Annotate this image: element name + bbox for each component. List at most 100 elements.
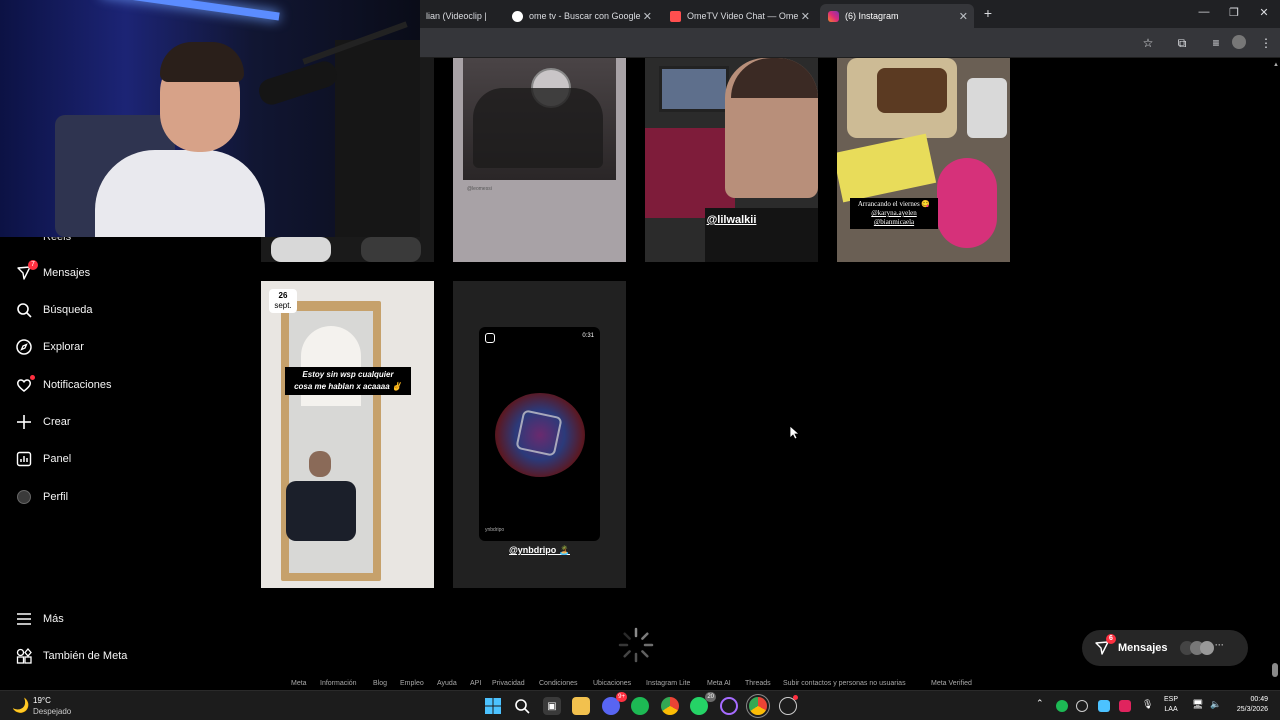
footer-link[interactable]: Meta AI: [707, 680, 731, 687]
messenger-icon: 6: [1094, 634, 1116, 656]
footer-link[interactable]: Privacidad: [492, 680, 525, 687]
chrome-icon[interactable]: [661, 697, 679, 715]
search-icon[interactable]: [513, 697, 531, 715]
sidebar-item-notificaciones[interactable]: Notificaciones: [16, 375, 111, 395]
post-story-messi[interactable]: @leomessi: [453, 58, 626, 262]
compass-icon: [16, 339, 32, 355]
close-icon[interactable]: ✕: [959, 10, 968, 23]
sidebar-item-perfil[interactable]: Perfil: [16, 487, 68, 507]
sidebar-item-busqueda[interactable]: Búsqueda: [16, 300, 93, 320]
footer-link[interactable]: Instagram Lite: [646, 680, 690, 687]
weather-widget[interactable]: 19°C Despejado: [33, 695, 71, 717]
footer-link[interactable]: Threads: [745, 680, 771, 687]
notification-badge: 9+: [616, 692, 627, 702]
date: 25/3/2026: [1236, 706, 1268, 713]
reel-duration: 0:31: [582, 333, 594, 339]
sidebar-item-panel[interactable]: Panel: [16, 449, 71, 469]
scrollbar-thumb[interactable]: [1272, 663, 1278, 677]
footer-link[interactable]: Ubicaciones: [593, 680, 631, 687]
reel-mention[interactable]: @ynbdripo 🏝️: [453, 545, 626, 556]
volume-icon[interactable]: 🔈: [1210, 699, 1221, 710]
caption-mention[interactable]: @bianmicaela: [854, 218, 934, 227]
page-scrollbar[interactable]: ▲: [1270, 58, 1280, 690]
spotify-icon[interactable]: [631, 697, 649, 715]
avatar: [16, 489, 32, 505]
clock[interactable]: 00:49 25/3/2026: [1226, 695, 1268, 715]
footer-link[interactable]: API: [470, 680, 481, 687]
story-handle: @leomessi: [467, 186, 492, 192]
footer-link[interactable]: Subir contactos y personas no usuarias: [783, 680, 906, 687]
close-icon[interactable]: ✕: [643, 10, 652, 23]
tab-instagram[interactable]: (6) Instagram ✕: [820, 4, 974, 28]
messages-pill-button[interactable]: 6 Mensajes ···: [1082, 630, 1248, 666]
caption-mention[interactable]: @karyna.ayelen: [854, 209, 934, 218]
footer-link[interactable]: Blog: [373, 680, 387, 687]
story-mention[interactable]: @lilwalkii: [645, 214, 818, 226]
new-tab-button[interactable]: +: [980, 5, 996, 21]
notification-badge: 20: [705, 692, 716, 702]
plus-icon: [16, 414, 32, 430]
heart-icon: [16, 375, 35, 393]
menu-icon: [16, 611, 32, 627]
tab-ometv[interactable]: OmeTV Video Chat — Ome ✕: [662, 4, 816, 28]
footer-link[interactable]: Información: [320, 680, 357, 687]
footer-link[interactable]: Condiciones: [539, 680, 578, 687]
tray-app-icon[interactable]: [1098, 700, 1110, 712]
minimize-button[interactable]: —: [1196, 6, 1212, 18]
footer-link[interactable]: Meta: [291, 680, 307, 687]
footer-link[interactable]: Meta Verified: [931, 680, 972, 687]
post-story-lilwalkii[interactable]: @lilwalkii: [645, 58, 818, 262]
media-icon[interactable]: ≡: [1208, 35, 1224, 51]
footer-link[interactable]: Empleo: [400, 680, 424, 687]
sidebar-item-label: Más: [43, 613, 64, 625]
tab-google-search[interactable]: ome tv - Buscar con Google ✕: [504, 4, 658, 28]
chrome-active-icon[interactable]: [749, 697, 767, 715]
instagram-sidebar: Reels 7 Mensajes Búsqueda Explorar Notif…: [0, 231, 240, 687]
extensions-icon[interactable]: ⧉: [1174, 35, 1190, 51]
sidebar-item-crear[interactable]: Crear: [16, 412, 71, 432]
date-badge: 26 sept.: [269, 289, 297, 313]
search-icon: [16, 302, 32, 318]
caption-line: Estoy sin wsp cualquier: [302, 370, 394, 379]
post-story-mirror[interactable]: 26 sept. Estoy sin wsp cualquier cosa me…: [261, 281, 434, 588]
reel-card[interactable]: 0:31 ynbdripo: [479, 327, 600, 541]
sidebar-item-explorar[interactable]: Explorar: [16, 337, 84, 357]
spotify-tray-icon[interactable]: [1056, 700, 1068, 712]
task-view-icon[interactable]: ▣: [543, 697, 561, 715]
whatsapp-icon[interactable]: 20: [690, 692, 716, 715]
footer-link[interactable]: Ayuda: [437, 680, 457, 687]
tab-videoclip[interactable]: lian (Videoclip |: [418, 4, 504, 28]
microphone-icon[interactable]: 🎙: [1142, 699, 1153, 710]
app-icon[interactable]: [779, 695, 798, 715]
caption-line: cosa me hablan x acaaaa ✌️: [294, 382, 402, 391]
network-icon[interactable]: 🖥: [1192, 699, 1203, 710]
tab-title: (6) Instagram: [845, 11, 899, 21]
profile-avatar[interactable]: [1232, 35, 1248, 51]
star-icon[interactable]: ☆: [1140, 35, 1156, 51]
tab-title: lian (Videoclip |: [426, 11, 487, 21]
instagram-footer: Meta Información Blog Empleo Ayuda API P…: [0, 680, 1280, 690]
post-story-viernes[interactable]: Arrancando el viernes 😋 @karyna.ayelen @…: [837, 58, 1010, 262]
language-indicator[interactable]: ESP LAA: [1164, 695, 1178, 715]
sidebar-item-label: Notificaciones: [43, 379, 112, 391]
sidebar-item-tambien-de-meta[interactable]: También de Meta: [16, 646, 127, 666]
post-reel-ynbdripo[interactable]: 0:31 ynbdripo @ynbdripo 🏝️: [453, 281, 626, 588]
tab-title: OmeTV Video Chat — Ome: [687, 11, 799, 21]
kebab-menu-icon[interactable]: ⋮: [1258, 35, 1274, 51]
sidebar-item-label: Mensajes: [43, 267, 91, 279]
tray-app-icon[interactable]: [1119, 700, 1131, 712]
tray-app-icon[interactable]: [1076, 700, 1088, 712]
file-explorer-icon[interactable]: [572, 697, 590, 715]
windows-start-icon[interactable]: [484, 697, 502, 715]
close-icon[interactable]: ✕: [801, 10, 810, 23]
discord-icon[interactable]: 9+: [602, 692, 627, 715]
obs-icon[interactable]: [720, 697, 738, 715]
sidebar-item-label: Búsqueda: [43, 304, 93, 316]
sidebar-item-mas[interactable]: Más: [16, 609, 64, 629]
sidebar-item-mensajes[interactable]: 7 Mensajes: [16, 260, 91, 283]
sidebar-item-label: Perfil: [43, 491, 69, 503]
chevron-up-icon[interactable]: ⌃: [1036, 698, 1044, 709]
close-window-button[interactable]: ✕: [1256, 6, 1272, 19]
restore-button[interactable]: ❐: [1226, 6, 1242, 19]
caption-line: Arrancando el viernes 😋: [857, 200, 931, 208]
